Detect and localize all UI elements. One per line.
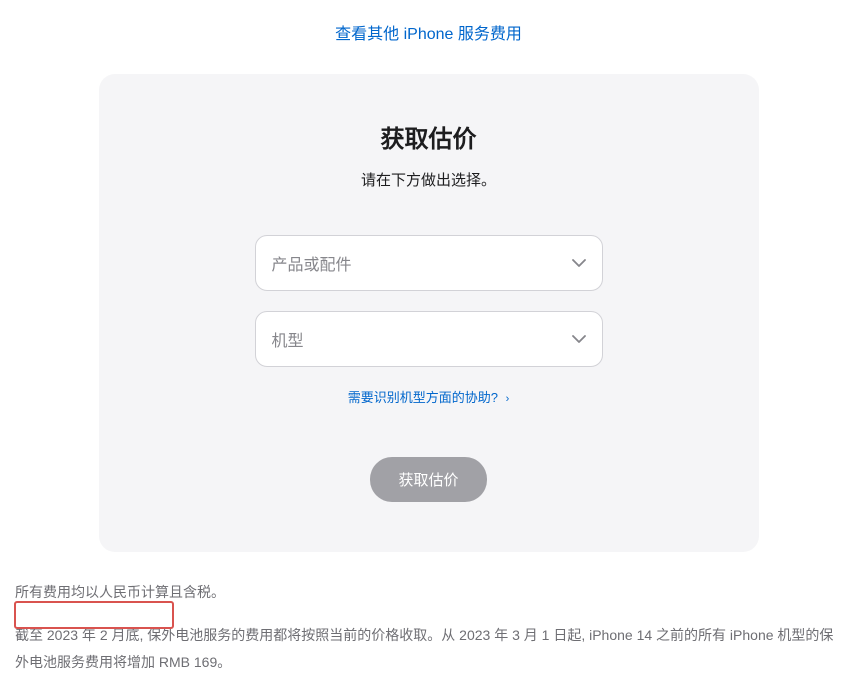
model-select-placeholder: 机型 [272, 327, 304, 351]
chevron-down-icon [572, 259, 586, 267]
chevron-right-icon: › [506, 393, 510, 405]
get-estimate-button[interactable]: 获取估价 [370, 457, 486, 502]
product-select-wrapper: 产品或配件 [255, 235, 603, 291]
top-service-link[interactable]: 查看其他 iPhone 服务费用 [335, 26, 522, 43]
estimate-card: 获取估价 请在下方做出选择。 产品或配件 机型 需要识别机型方面的协助? › [99, 74, 759, 552]
model-select[interactable]: 机型 [255, 311, 603, 367]
footer-tax-note: 所有费用均以人民币计算且含税。 [15, 582, 842, 602]
product-select-placeholder: 产品或配件 [272, 251, 352, 275]
footer-price-note: 截至 2023 年 2 月底, 保外电池服务的费用都将按照当前的价格收取。从 2… [15, 622, 842, 675]
product-select[interactable]: 产品或配件 [255, 235, 603, 291]
footer-text: 所有费用均以人民币计算且含税。 截至 2023 年 2 月底, 保外电池服务的费… [10, 582, 847, 675]
help-identify-link[interactable]: 需要识别机型方面的协助? › [348, 390, 510, 405]
model-select-wrapper: 机型 [255, 311, 603, 367]
help-link-label: 需要识别机型方面的协助? [348, 390, 498, 405]
chevron-down-icon [572, 335, 586, 343]
card-subtitle: 请在下方做出选择。 [139, 169, 719, 190]
card-title: 获取估价 [139, 119, 719, 154]
top-service-link-wrapper: 查看其他 iPhone 服务费用 [10, 0, 847, 74]
help-link-wrapper: 需要识别机型方面的协助? › [139, 387, 719, 407]
